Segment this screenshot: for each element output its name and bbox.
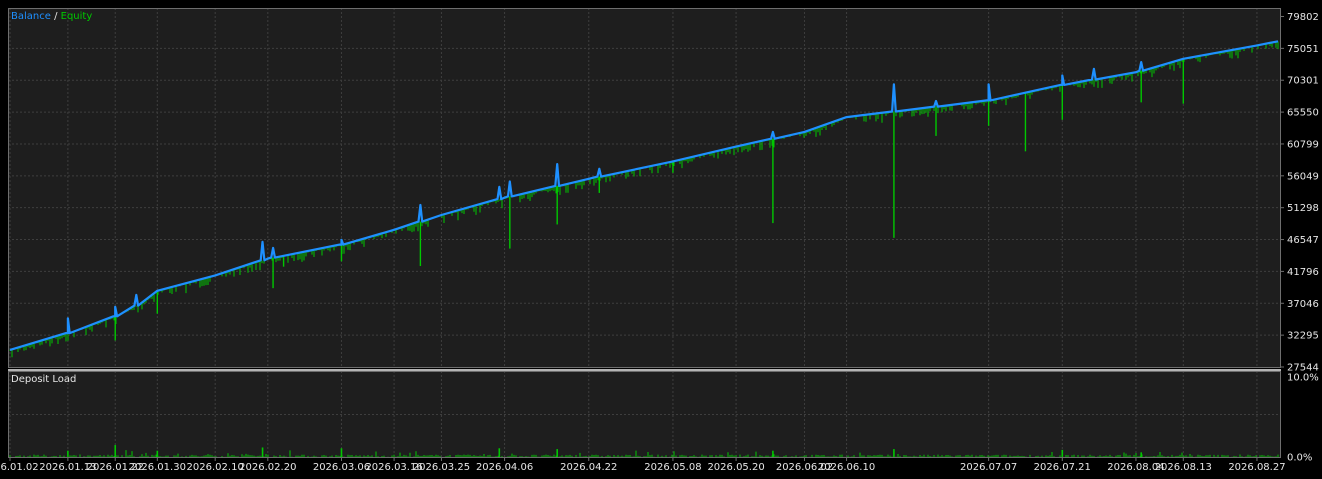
- y-tick-label: 41796: [1287, 267, 1319, 278]
- y-tick-label: 75051: [1287, 44, 1319, 55]
- x-tick-label: 2026.05.20: [707, 462, 764, 473]
- legend-balance: Balance: [11, 11, 51, 22]
- deposit-load-title: Deposit Load: [11, 374, 76, 385]
- legend: Balance / Equity: [11, 11, 92, 22]
- y-tick-label: 70301: [1287, 76, 1319, 87]
- x-tick-label: 2026.02.10: [187, 462, 244, 473]
- main-panel: [8, 8, 1281, 368]
- x-tick-label: 2026.01.02: [0, 462, 39, 473]
- x-tick-label: 2026.05.08: [644, 462, 701, 473]
- x-tick-label: 2026.01.30: [129, 462, 186, 473]
- x-tick-label: 2026.02.20: [239, 462, 296, 473]
- load-y-tick-label: 0.0%: [1287, 453, 1312, 464]
- x-tick-label: 2026.07.07: [960, 462, 1017, 473]
- legend-separator: /: [51, 11, 61, 22]
- legend-equity: Equity: [61, 11, 93, 22]
- y-tick-label: 32295: [1287, 331, 1319, 342]
- x-tick-label: 2026.04.06: [476, 462, 533, 473]
- x-tick-label: 2026.04.22: [560, 462, 617, 473]
- y-tick-label: 79802: [1287, 12, 1319, 23]
- x-tick-label: 2026.07.21: [1034, 462, 1091, 473]
- x-tick-label: 2026.08.13: [1155, 462, 1212, 473]
- y-tick-label: 51298: [1287, 203, 1319, 214]
- y-tick-label: 65550: [1287, 108, 1319, 119]
- x-tick-label: 2026.03.25: [413, 462, 470, 473]
- y-tick-label: 37046: [1287, 299, 1319, 310]
- x-tick-label: 2026.03.06: [313, 462, 370, 473]
- y-tick-label: 56049: [1287, 171, 1319, 182]
- x-tick-label: 2026.08.27: [1228, 462, 1285, 473]
- chart-canvas: 79802 75051 70301 65550 60799 56049 51298 46547…: [0, 0, 1322, 475]
- x-tick-label: 2026.06.10: [818, 462, 875, 473]
- load-y-tick-label: 10.0%: [1287, 373, 1319, 384]
- y-tick-label: 60799: [1287, 139, 1319, 150]
- y-tick-label: 46547: [1287, 235, 1319, 246]
- strategy-tester-graph: 79802 75051 70301 65550 60799 56049 51298 46547…: [0, 0, 1322, 475]
